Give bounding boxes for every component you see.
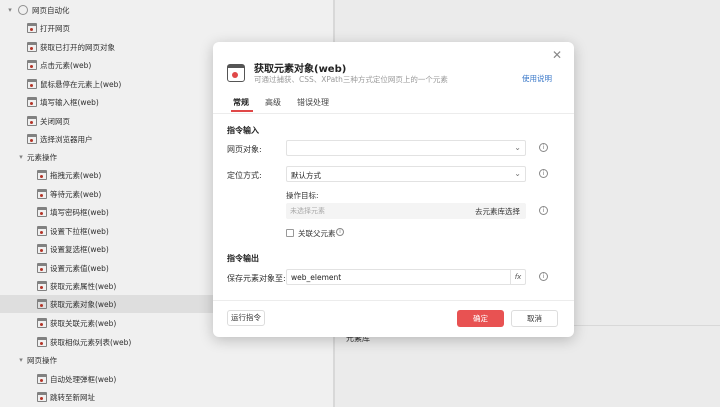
web-object-select[interactable]: ⌄ bbox=[286, 140, 526, 156]
locate-method-value: 默认方式 bbox=[291, 171, 321, 180]
chevron-down-icon: ⌄ bbox=[514, 169, 521, 178]
fx-button[interactable]: fx bbox=[510, 270, 525, 284]
related-parent-label: 关联父元素 bbox=[298, 229, 336, 238]
web-element-icon bbox=[227, 64, 245, 82]
tab-error-handling[interactable]: 错误处理 bbox=[297, 97, 329, 108]
run-command-button[interactable]: 运行指令 bbox=[227, 310, 265, 326]
help-link[interactable]: 使用说明 bbox=[522, 73, 552, 84]
info-icon[interactable]: i bbox=[336, 228, 344, 236]
tab-bar: 常规 高级 错误处理 bbox=[233, 97, 329, 108]
divider bbox=[213, 300, 574, 301]
info-icon[interactable]: i bbox=[539, 169, 548, 178]
web-object-label: 网页对象: bbox=[227, 145, 262, 154]
info-icon[interactable]: i bbox=[539, 143, 548, 152]
save-variable-value: web_element bbox=[291, 273, 342, 282]
cancel-button[interactable]: 取消 bbox=[511, 310, 558, 327]
info-icon[interactable]: i bbox=[539, 272, 548, 281]
related-parent-checkbox[interactable] bbox=[286, 229, 294, 237]
tab-advanced[interactable]: 高级 bbox=[265, 97, 281, 108]
output-section-title: 指令输出 bbox=[227, 254, 259, 263]
tab-general[interactable]: 常规 bbox=[233, 97, 249, 108]
pick-element-link[interactable]: 去元素库选择 bbox=[475, 206, 520, 217]
save-label: 保存元素对象至: bbox=[227, 274, 286, 283]
locate-method-label: 定位方式: bbox=[227, 171, 262, 180]
dialog-description: 可通过捕获、CSS、XPath三种方式定位网页上的一个元素 bbox=[254, 75, 448, 84]
active-tab-indicator bbox=[231, 110, 253, 112]
ok-button[interactable]: 确定 bbox=[457, 310, 504, 327]
chevron-down-icon: ⌄ bbox=[514, 143, 521, 152]
target-placeholder: 未选择元素 bbox=[290, 207, 325, 215]
input-section-title: 指令输入 bbox=[227, 126, 259, 135]
close-icon[interactable]: ✕ bbox=[552, 48, 562, 62]
target-label: 操作目标: bbox=[286, 191, 319, 200]
dialog: 获取元素对象(web) 可通过捕获、CSS、XPath三种方式定位网页上的一个元… bbox=[213, 42, 574, 337]
save-variable-input[interactable]: web_element fx bbox=[286, 269, 526, 285]
dialog-title: 获取元素对象(web) bbox=[254, 64, 347, 75]
info-icon[interactable]: i bbox=[539, 206, 548, 215]
divider bbox=[213, 113, 574, 114]
target-field[interactable]: 未选择元素 去元素库选择 bbox=[286, 203, 526, 219]
locate-method-select[interactable]: 默认方式 ⌄ bbox=[286, 166, 526, 182]
